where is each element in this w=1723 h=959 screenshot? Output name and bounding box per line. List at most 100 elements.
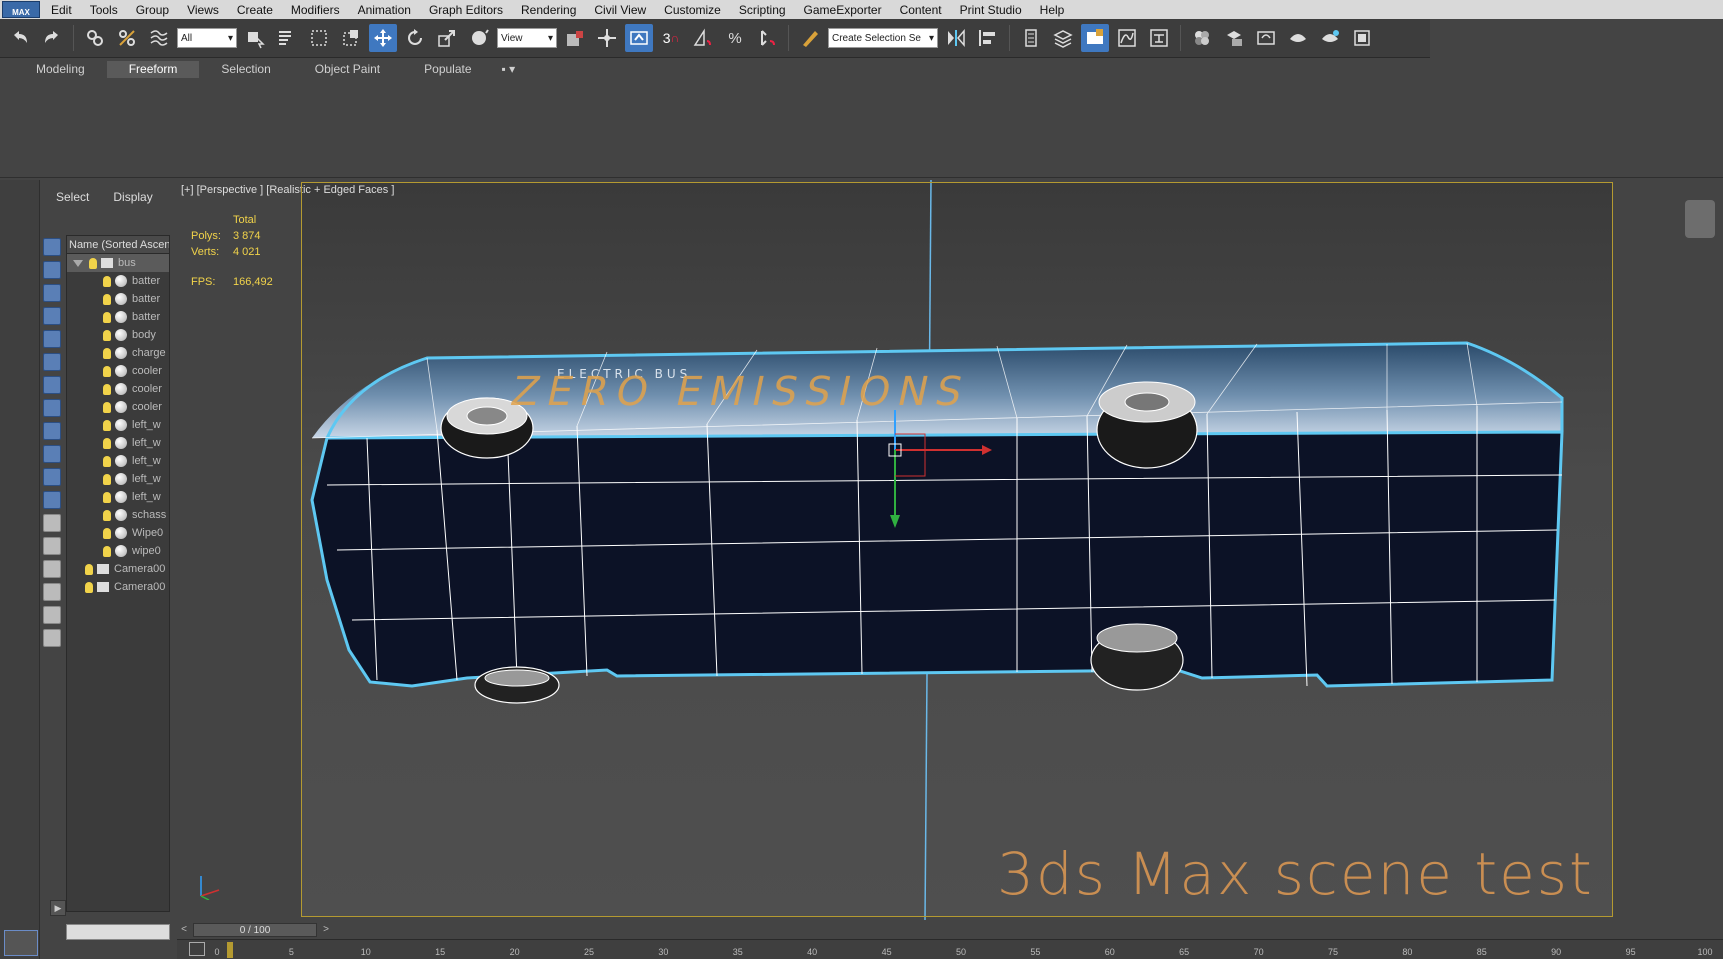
light-bulb-icon[interactable] — [103, 275, 111, 287]
play-icon[interactable]: ▶ — [50, 900, 66, 916]
list-item[interactable]: cooler — [67, 380, 169, 398]
menu-print-studio[interactable]: Print Studio — [951, 3, 1031, 17]
time-slider[interactable]: < 0 / 100 > — [177, 921, 1723, 939]
tab-modeling[interactable]: Modeling — [14, 61, 107, 78]
light-bulb-icon[interactable] — [103, 491, 111, 503]
tab-display[interactable]: Display — [113, 190, 152, 204]
display-none-icon[interactable] — [43, 238, 61, 256]
display-shapes-icon[interactable] — [43, 284, 61, 302]
selection-filter-dropdown[interactable]: All ▾ — [177, 28, 237, 48]
scale-icon[interactable] — [433, 24, 461, 52]
explorer-column-header[interactable]: Name (Sorted Ascending) — [67, 236, 169, 254]
light-bulb-icon[interactable] — [103, 437, 111, 449]
light-bulb-icon[interactable] — [103, 527, 111, 539]
move-icon[interactable] — [369, 24, 397, 52]
light-bulb-icon[interactable] — [103, 347, 111, 359]
menu-edit[interactable]: Edit — [42, 3, 81, 17]
track-bar-menu-icon[interactable] — [189, 942, 205, 956]
window-crossing-icon[interactable] — [337, 24, 365, 52]
viewcube[interactable] — [1685, 200, 1715, 238]
display-frozen-icon[interactable] — [43, 491, 61, 509]
display-helpers-icon[interactable] — [43, 353, 61, 371]
list-item[interactable]: cooler — [67, 398, 169, 416]
menu-scripting[interactable]: Scripting — [730, 3, 795, 17]
pivot-center-icon[interactable] — [561, 24, 589, 52]
render-activeshade-icon[interactable] — [1316, 24, 1344, 52]
list-item[interactable]: Wipe0 — [67, 524, 169, 542]
list-item[interactable]: left_w — [67, 452, 169, 470]
next-frame-icon[interactable]: > — [319, 923, 333, 937]
display-invert-icon[interactable] — [43, 537, 61, 555]
current-frame-marker[interactable] — [227, 942, 233, 958]
tab-selection[interactable]: Selection — [199, 61, 292, 78]
tab-select[interactable]: Select — [56, 190, 89, 204]
light-bulb-icon[interactable] — [103, 545, 111, 557]
menu-content[interactable]: Content — [891, 3, 951, 17]
menu-create[interactable]: Create — [228, 3, 282, 17]
light-bulb-icon[interactable] — [85, 563, 93, 575]
link-icon[interactable] — [81, 24, 109, 52]
track-bar[interactable]: 0 5 10 15 20 25 30 35 40 45 50 55 60 65 70 75 80 85 90 95 10… — [177, 939, 1723, 959]
list-item[interactable]: left_w — [67, 416, 169, 434]
mirror-icon[interactable] — [942, 24, 970, 52]
edit-named-selection-icon[interactable] — [796, 24, 824, 52]
menu-views[interactable]: Views — [178, 3, 228, 17]
prev-frame-icon[interactable]: < — [177, 923, 191, 937]
keyboard-shortcut-override-icon[interactable] — [625, 24, 653, 52]
list-item[interactable]: wipe0 — [67, 542, 169, 560]
light-bulb-icon[interactable] — [103, 311, 111, 323]
expand-triangle-icon[interactable] — [73, 259, 83, 267]
find-icon[interactable] — [43, 606, 61, 624]
menu-group[interactable]: Group — [127, 3, 178, 17]
display-spacewarps-icon[interactable] — [43, 376, 61, 394]
schematic-view-icon[interactable] — [1145, 24, 1173, 52]
select-object-icon[interactable] — [241, 24, 269, 52]
perspective-viewport[interactable]: [+] [Perspective ] [Realistic + Edged Fa… — [177, 180, 1723, 920]
tab-freeform[interactable]: Freeform — [106, 61, 200, 78]
maxscript-listener-icon[interactable] — [4, 930, 38, 956]
list-item[interactable]: body — [67, 326, 169, 344]
display-bones-icon[interactable] — [43, 445, 61, 463]
list-item[interactable]: schass — [67, 506, 169, 524]
reference-coord-dropdown[interactable]: View ▾ — [497, 28, 557, 48]
select-by-name-icon[interactable] — [273, 24, 301, 52]
display-xrefs-icon[interactable] — [43, 422, 61, 440]
light-bulb-icon[interactable] — [103, 329, 111, 341]
menu-modifiers[interactable]: Modifiers — [282, 3, 349, 17]
snap-toggle-icon[interactable]: 3 ∩ — [657, 24, 685, 52]
menu-animation[interactable]: Animation — [349, 3, 420, 17]
list-item-camera[interactable]: Camera00 — [67, 560, 169, 578]
light-bulb-icon[interactable] — [103, 509, 111, 521]
render-cloud-icon[interactable] — [1348, 24, 1376, 52]
list-item-bus[interactable]: bus — [67, 254, 169, 272]
list-item[interactable]: left_w — [67, 488, 169, 506]
percent-snap-icon[interactable]: % — [721, 24, 749, 52]
curve-editor-icon[interactable] — [1113, 24, 1141, 52]
light-bulb-icon[interactable] — [103, 365, 111, 377]
redo-icon[interactable] — [38, 24, 66, 52]
light-bulb-icon[interactable] — [103, 401, 111, 413]
menu-rendering[interactable]: Rendering — [512, 3, 585, 17]
align-icon[interactable] — [974, 24, 1002, 52]
select-manipulate-icon[interactable] — [593, 24, 621, 52]
spinner-snap-icon[interactable] — [753, 24, 781, 52]
list-item[interactable]: left_w — [67, 434, 169, 452]
list-item[interactable]: cooler — [67, 362, 169, 380]
layers-icon[interactable] — [43, 629, 61, 647]
display-lights-icon[interactable] — [43, 307, 61, 325]
bind-spacewarp-icon[interactable] — [145, 24, 173, 52]
app-logo[interactable]: MAX — [2, 1, 40, 18]
light-bulb-icon[interactable] — [103, 293, 111, 305]
list-item[interactable]: batter — [67, 290, 169, 308]
display-geometry-icon[interactable] — [43, 261, 61, 279]
undo-icon[interactable] — [6, 24, 34, 52]
tab-populate[interactable]: Populate — [402, 61, 493, 78]
light-bulb-icon[interactable] — [103, 455, 111, 467]
tab-object-paint[interactable]: Object Paint — [293, 61, 402, 78]
filter-icon[interactable] — [43, 583, 61, 601]
display-cameras-icon[interactable] — [43, 330, 61, 348]
list-item[interactable]: charge — [67, 344, 169, 362]
render-production-icon[interactable] — [1284, 24, 1312, 52]
list-item-camera[interactable]: Camera00 — [67, 578, 169, 596]
light-bulb-icon[interactable] — [103, 383, 111, 395]
